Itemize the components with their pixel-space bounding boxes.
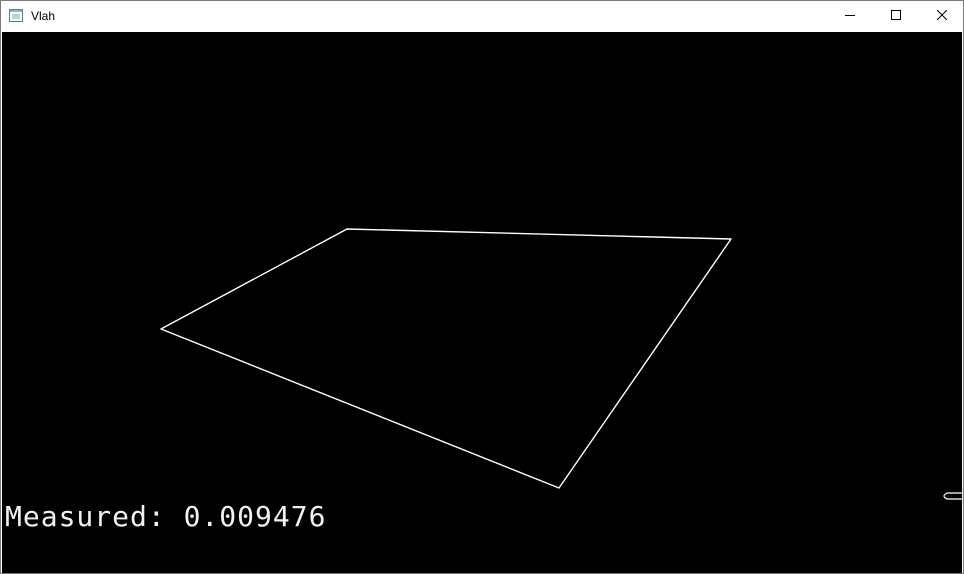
measured-readout: Measured: 0.009476 [5,500,327,533]
canvas-drawing [160,228,962,500]
image-canvas[interactable]: Measured: 0.009476 [2,32,962,573]
maximize-icon [891,7,901,25]
edge-marker-shape [943,492,962,500]
window-title: Vlah [31,9,56,23]
close-button[interactable] [919,1,964,31]
title-bar[interactable]: Vlah [1,1,963,31]
minimize-icon [845,7,855,25]
quadrilateral-outline [160,228,732,489]
minimize-button[interactable] [827,1,873,31]
close-icon [936,7,948,25]
app-window: Vlah Measured: 0.009476 [0,0,964,574]
app-icon[interactable] [9,9,23,22]
maximize-button[interactable] [873,1,919,31]
